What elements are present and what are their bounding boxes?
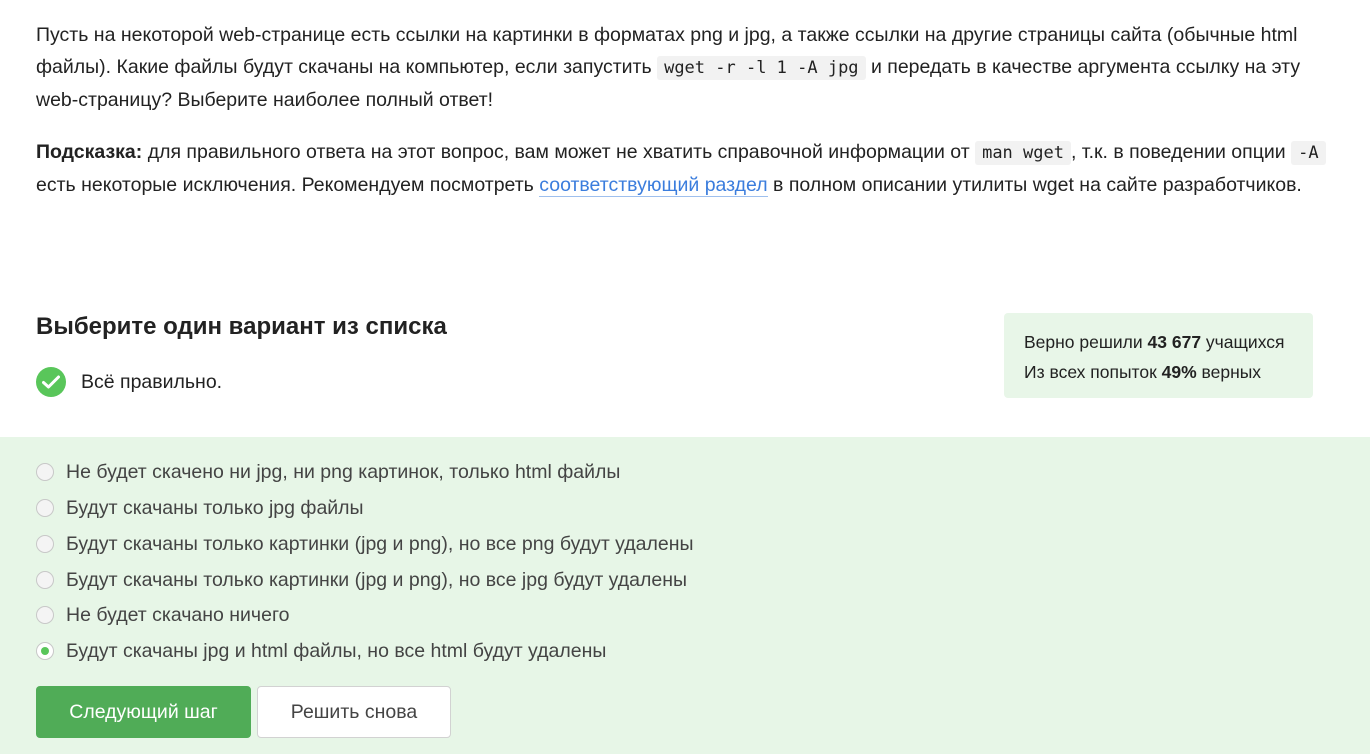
- stats-label: Верно решили: [1024, 332, 1148, 352]
- radio-button[interactable]: [36, 606, 54, 624]
- question-text: Пусть на некоторой web-странице есть ссы…: [36, 19, 1326, 221]
- option-label: Будут скачаны jpg и html файлы, но все h…: [66, 639, 607, 662]
- hint-paragraph: Подсказка: для правильного ответа на это…: [36, 136, 1326, 201]
- next-step-button[interactable]: Следующий шаг: [36, 686, 251, 738]
- hint-text-part: , т.к. в поведении опции: [1070, 141, 1292, 163]
- result-status: Всё правильно.: [36, 366, 222, 398]
- radio-button[interactable]: [36, 499, 54, 517]
- code-snippet: man wget: [975, 141, 1071, 165]
- option-item[interactable]: Будут скачаны только картинки (jpg и png…: [36, 529, 694, 559]
- section-title: Выберите один вариант из списка: [36, 313, 447, 340]
- option-label: Не будет скачано ничего: [66, 603, 290, 626]
- stats-label: Из всех попыток: [1024, 362, 1162, 382]
- docs-link[interactable]: соответствующий раздел: [539, 174, 768, 197]
- stats-label: верных: [1196, 362, 1262, 382]
- hint-text-part: для правильного ответа на этот вопрос, в…: [142, 141, 976, 163]
- hint-label: Подсказка:: [36, 141, 143, 163]
- option-item[interactable]: Будут скачаны только jpg файлы: [36, 493, 364, 523]
- radio-button[interactable]: [36, 463, 54, 481]
- option-item[interactable]: Не будет скачано ничего: [36, 600, 289, 630]
- code-snippet: -A: [1291, 141, 1326, 165]
- radio-button[interactable]: [36, 571, 54, 589]
- option-item[interactable]: Будут скачаны только картинки (jpg и png…: [36, 565, 687, 595]
- check-circle-icon: [36, 367, 66, 397]
- stats-value: 49%: [1161, 362, 1197, 382]
- option-item-selected[interactable]: Будут скачаны jpg и html файлы, но все h…: [36, 636, 606, 666]
- option-label: Будут скачаны только картинки (jpg и png…: [66, 532, 694, 555]
- option-label: Не будет скачено ни jpg, ни png картинок…: [66, 460, 621, 483]
- hint-text-part: в полном описании утилиты wget на сайте …: [767, 174, 1302, 196]
- stats-label: учащихся: [1201, 332, 1285, 352]
- result-text: Всё правильно.: [81, 370, 223, 393]
- code-snippet: wget -r -l 1 -A jpg: [657, 56, 866, 80]
- stats-attempts: Из всех попыток 49% верных: [1024, 357, 1293, 387]
- stats-solved: Верно решили 43 677 учащихся: [1024, 327, 1293, 357]
- radio-dot-icon: [41, 647, 49, 655]
- option-label: Будут скачаны только jpg файлы: [66, 496, 364, 519]
- radio-button[interactable]: [36, 535, 54, 553]
- retry-button[interactable]: Решить снова: [257, 686, 451, 738]
- stats-value: 43 677: [1147, 332, 1202, 352]
- radio-button-checked[interactable]: [36, 642, 54, 660]
- stats-box: Верно решили 43 677 учащихся Из всех поп…: [1004, 313, 1313, 398]
- option-item[interactable]: Не будет скачено ни jpg, ни png картинок…: [36, 457, 620, 487]
- hint-text-part: есть некоторые исключения. Рекомендуем п…: [36, 174, 540, 196]
- option-label: Будут скачаны только картинки (jpg и png…: [66, 568, 688, 591]
- question-paragraph: Пусть на некоторой web-странице есть ссы…: [36, 19, 1326, 116]
